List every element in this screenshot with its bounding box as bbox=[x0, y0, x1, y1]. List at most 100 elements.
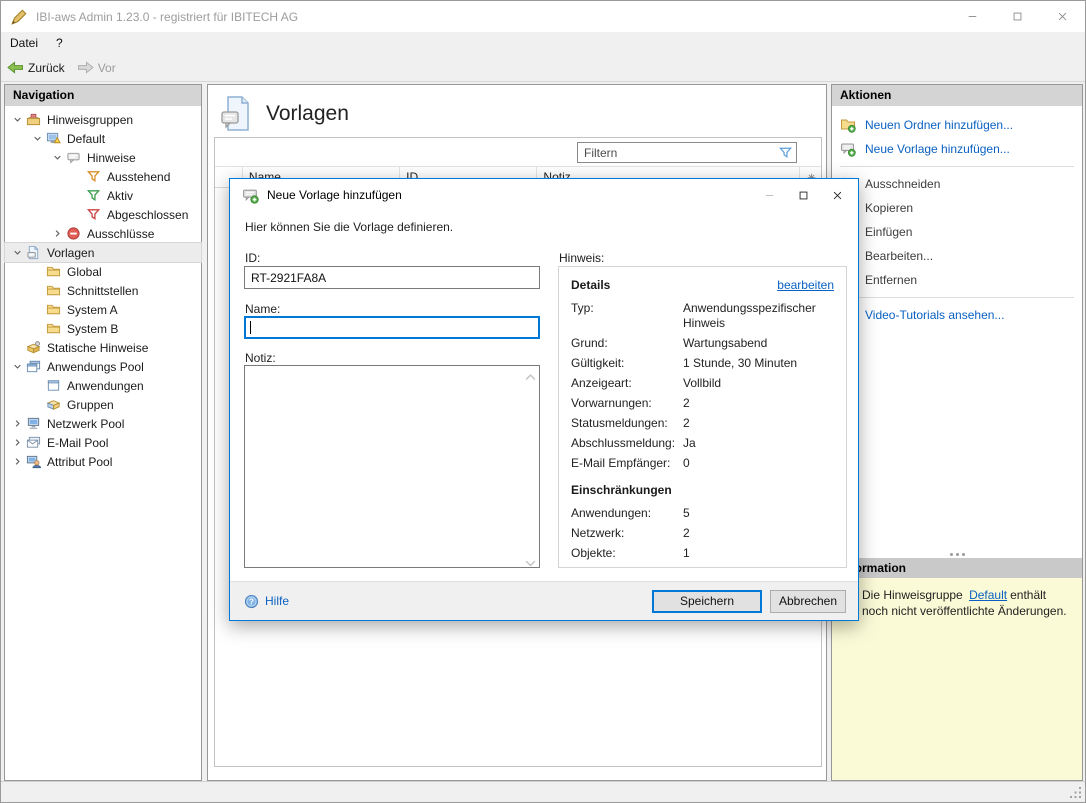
dialog-close-button[interactable] bbox=[820, 179, 854, 211]
navigation-tree: HinweisgruppenDefaultHinweiseAusstehendA… bbox=[5, 106, 201, 471]
nav-item-aktiv[interactable]: Aktiv bbox=[5, 186, 201, 205]
funnel-red-icon bbox=[86, 207, 102, 223]
nav-item-attribut-pool[interactable]: Attribut Pool bbox=[5, 452, 201, 471]
action-kopieren[interactable]: Kopieren bbox=[832, 196, 1082, 220]
nav-item-anwendungen[interactable]: Anwendungen bbox=[5, 376, 201, 395]
chevron-down-icon[interactable] bbox=[29, 131, 46, 147]
nav-item-hinweisgruppen[interactable]: Hinweisgruppen bbox=[5, 110, 201, 129]
nav-item-anwendungs-pool[interactable]: Anwendungs Pool bbox=[5, 357, 201, 376]
detail-label: Typ: bbox=[571, 301, 683, 331]
information-text: Die Hinweisgruppe Defaultenthält noch ni… bbox=[832, 578, 1082, 780]
chevron-right-icon[interactable] bbox=[9, 416, 26, 432]
help-icon: ? bbox=[244, 594, 259, 609]
einschraenkungen-rows: Anwendungen:5Netzwerk:2Objekte:1Attribut… bbox=[571, 506, 834, 568]
action-einf-gen[interactable]: Einfügen bbox=[832, 220, 1082, 244]
default-link[interactable]: Default bbox=[969, 588, 1007, 602]
chevron-right-icon[interactable] bbox=[49, 226, 66, 242]
nav-item-label: Abgeschlossen bbox=[107, 208, 188, 222]
chevron-down-icon[interactable] bbox=[49, 150, 66, 166]
app-pool-icon bbox=[26, 359, 42, 375]
nav-item-netzwerk-pool[interactable]: Netzwerk Pool bbox=[5, 414, 201, 433]
nav-item-ausstehend[interactable]: Ausstehend bbox=[5, 167, 201, 186]
chevron-down-icon[interactable] bbox=[9, 245, 26, 261]
group-icon bbox=[46, 397, 62, 413]
nav-item-label: System B bbox=[67, 322, 118, 336]
nav-toolbar: Zurück Vor bbox=[1, 54, 1085, 82]
nav-item-schnittstellen[interactable]: Schnittstellen bbox=[5, 281, 201, 300]
folder-icon bbox=[46, 321, 62, 337]
id-field[interactable] bbox=[244, 266, 540, 289]
action-neuen-ordner-hinzuf-gen[interactable]: Neuen Ordner hinzufügen... bbox=[832, 113, 1082, 137]
detail-value: 5 bbox=[683, 506, 834, 521]
nav-item-label: Anwendungen bbox=[67, 379, 144, 393]
chevron-down-icon[interactable] bbox=[9, 112, 26, 128]
dialog-maximize-button[interactable] bbox=[786, 179, 820, 211]
nav-item-abgeschlossen[interactable]: Abgeschlossen bbox=[5, 205, 201, 224]
action-video-tutorials-ansehen[interactable]: Video-Tutorials ansehen... bbox=[832, 303, 1082, 327]
nav-item-ausschl-sse[interactable]: Ausschlüsse bbox=[5, 224, 201, 243]
folder-icon bbox=[46, 302, 62, 318]
funnel-green-icon bbox=[86, 188, 102, 204]
chevron-right-icon[interactable] bbox=[9, 454, 26, 470]
detail-row: Anwendungen:5 bbox=[571, 506, 834, 521]
nav-item-gruppen[interactable]: Gruppen bbox=[5, 395, 201, 414]
back-button[interactable]: Zurück bbox=[1, 56, 71, 80]
action-neue-vorlage-hinzuf-gen[interactable]: Neue Vorlage hinzufügen... bbox=[832, 137, 1082, 161]
detail-row: Anzeigeart:Vollbild bbox=[571, 376, 834, 391]
chevron-right-icon[interactable] bbox=[9, 435, 26, 451]
nav-item-system-b[interactable]: System B bbox=[5, 319, 201, 338]
navigation-header: Navigation bbox=[5, 85, 201, 106]
detail-row: Abschlussmeldung:Ja bbox=[571, 436, 834, 451]
forward-button[interactable]: Vor bbox=[71, 56, 122, 80]
help-link[interactable]: ? Hilfe bbox=[244, 594, 289, 609]
nav-item-global[interactable]: Global bbox=[5, 262, 201, 281]
scroll-down-icon[interactable] bbox=[525, 556, 536, 563]
nav-item-default[interactable]: Default bbox=[5, 129, 201, 148]
detail-value: Ja bbox=[683, 436, 834, 451]
action-label: Video-Tutorials ansehen... bbox=[865, 308, 1004, 322]
chevron-down-icon[interactable] bbox=[9, 359, 26, 375]
window-title: IBI-aws Admin 1.23.0 - registriert für I… bbox=[36, 10, 298, 24]
detail-row: Attribute:1 bbox=[571, 566, 834, 568]
menu-help[interactable]: ? bbox=[47, 34, 72, 52]
expander-spacer bbox=[69, 169, 86, 185]
expander-spacer bbox=[29, 283, 46, 299]
minimize-button[interactable] bbox=[950, 1, 995, 32]
detail-value: Anwendungsspezifischer Hinweis bbox=[683, 301, 834, 331]
action-bearbeiten[interactable]: Bearbeiten... bbox=[832, 244, 1082, 268]
nav-item-statische-hinweise[interactable]: Statische Hinweise bbox=[5, 338, 201, 357]
cancel-button[interactable]: Abbrechen bbox=[770, 590, 846, 613]
scroll-up-icon[interactable] bbox=[525, 370, 536, 377]
resize-grip[interactable] bbox=[1070, 787, 1082, 799]
detail-label: Vorwarnungen: bbox=[571, 396, 683, 411]
help-label: Hilfe bbox=[265, 594, 289, 608]
actions-header: Aktionen bbox=[832, 85, 1082, 106]
panel-splitter[interactable] bbox=[832, 550, 1082, 558]
nav-item-hinweise[interactable]: Hinweise bbox=[5, 148, 201, 167]
filter-input[interactable] bbox=[577, 142, 797, 163]
dialog-minimize-button[interactable] bbox=[752, 179, 786, 211]
name-field[interactable] bbox=[244, 316, 540, 339]
notiz-field[interactable] bbox=[245, 366, 539, 567]
actions-separator bbox=[840, 166, 1074, 167]
detail-value: Wartungsabend bbox=[683, 336, 834, 351]
nav-item-vorlagen[interactable]: Vorlagen bbox=[5, 243, 201, 262]
action-entfernen[interactable]: Entfernen bbox=[832, 268, 1082, 292]
nav-item-e-mail-pool[interactable]: E-Mail Pool bbox=[5, 433, 201, 452]
network-pool-icon bbox=[26, 416, 42, 432]
action-label: Einfügen bbox=[865, 225, 912, 239]
filter-funnel-icon[interactable] bbox=[778, 145, 793, 160]
close-button[interactable] bbox=[1040, 1, 1085, 32]
svg-text:?: ? bbox=[249, 596, 254, 606]
action-label: Kopieren bbox=[865, 201, 913, 215]
back-arrow-icon bbox=[7, 60, 24, 75]
save-button[interactable]: Speichern bbox=[652, 590, 762, 613]
bearbeiten-link[interactable]: bearbeiten bbox=[777, 278, 834, 292]
expander-spacer bbox=[9, 340, 26, 356]
maximize-button[interactable] bbox=[995, 1, 1040, 32]
hinweis-label: Hinweis: bbox=[559, 251, 604, 265]
menu-datei[interactable]: Datei bbox=[1, 34, 47, 52]
nav-item-system-a[interactable]: System A bbox=[5, 300, 201, 319]
status-bar bbox=[1, 781, 1085, 802]
action-ausschneiden[interactable]: Ausschneiden bbox=[832, 172, 1082, 196]
